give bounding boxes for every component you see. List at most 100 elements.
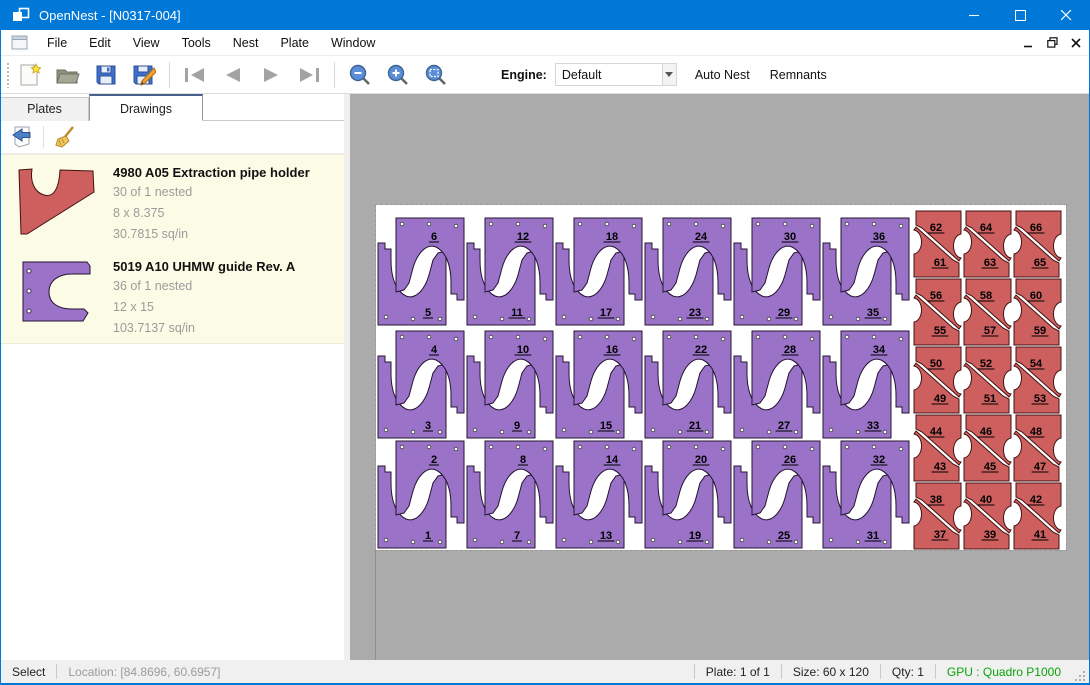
zoom-fit-button[interactable] bbox=[420, 60, 452, 90]
minimize-button[interactable] bbox=[951, 0, 997, 30]
next-arrow-icon bbox=[260, 66, 282, 84]
part-number: 42 bbox=[1030, 494, 1042, 506]
drill-hole bbox=[427, 445, 431, 449]
new-button[interactable] bbox=[14, 60, 46, 90]
drill-hole bbox=[473, 428, 477, 432]
toolbar-separator bbox=[334, 62, 335, 88]
purple-pair: 2625 bbox=[734, 441, 820, 548]
menu-bar: File Edit View Tools Nest Plate Window bbox=[1, 30, 1089, 56]
part-number: 55 bbox=[934, 325, 946, 337]
list-item[interactable]: 4980 A05 Extraction pipe holder 30 of 1 … bbox=[1, 155, 344, 249]
mdi-minimize-button[interactable] bbox=[1017, 33, 1039, 53]
maximize-button[interactable] bbox=[997, 0, 1043, 30]
red-pair: 6059 bbox=[1014, 279, 1061, 345]
drill-hole bbox=[810, 224, 814, 228]
drill-hole bbox=[721, 224, 725, 228]
drill-hole bbox=[489, 335, 493, 339]
part-number: 43 bbox=[934, 461, 946, 473]
drill-hole bbox=[516, 445, 520, 449]
drill-hole bbox=[845, 335, 849, 339]
part-number: 66 bbox=[1030, 222, 1042, 234]
menu-edit[interactable]: Edit bbox=[78, 30, 122, 56]
clear-drawings-button[interactable] bbox=[51, 124, 79, 151]
drill-hole bbox=[767, 540, 771, 544]
menu-window[interactable]: Window bbox=[320, 30, 386, 56]
part-number: 7 bbox=[514, 530, 520, 542]
part-number: 14 bbox=[606, 454, 619, 466]
purple-pair: 1817 bbox=[556, 218, 642, 325]
toolbar-grip[interactable] bbox=[6, 62, 11, 88]
part-number: 50 bbox=[930, 358, 942, 370]
import-document-icon bbox=[11, 126, 33, 148]
part-number: 26 bbox=[784, 454, 796, 466]
drill-hole bbox=[810, 447, 814, 451]
previous-plate-button[interactable] bbox=[217, 60, 249, 90]
toolbar-separator bbox=[169, 62, 170, 88]
purple-pair: 2221 bbox=[645, 331, 731, 438]
drill-hole bbox=[454, 447, 458, 451]
remnants-button[interactable]: Remnants bbox=[760, 61, 837, 89]
drill-hole bbox=[740, 538, 744, 542]
main-toolbar: Engine: Default Auto Nest Remnants bbox=[1, 56, 1089, 94]
drill-hole bbox=[589, 317, 593, 321]
drawings-toolbar bbox=[1, 121, 344, 154]
part-title: 5019 A10 UHMW guide Rev. A bbox=[113, 259, 344, 274]
drill-hole bbox=[740, 315, 744, 319]
open-button[interactable] bbox=[52, 60, 84, 90]
purple-pair: 1615 bbox=[556, 331, 642, 438]
mdi-restore-button[interactable] bbox=[1041, 33, 1063, 53]
maximize-icon bbox=[1015, 10, 1026, 21]
tab-plates[interactable]: Plates bbox=[1, 97, 89, 121]
part-number: 28 bbox=[784, 344, 796, 356]
mdi-close-button[interactable] bbox=[1065, 33, 1087, 53]
close-button[interactable] bbox=[1043, 0, 1089, 30]
drill-hole bbox=[543, 337, 547, 341]
drill-hole bbox=[899, 224, 903, 228]
nest-canvas[interactable]: 6543211211109871817161514132423222120193… bbox=[350, 94, 1089, 660]
drill-hole bbox=[721, 337, 725, 341]
menu-nest[interactable]: Nest bbox=[222, 30, 270, 56]
red-pair: 4645 bbox=[964, 415, 1011, 481]
drill-hole bbox=[651, 428, 655, 432]
zoom-in-button[interactable] bbox=[382, 60, 414, 90]
menu-tools[interactable]: Tools bbox=[171, 30, 222, 56]
engine-combobox[interactable]: Default bbox=[555, 63, 677, 86]
red-pair: 3837 bbox=[914, 483, 961, 549]
tab-drawings[interactable]: Drawings bbox=[89, 94, 203, 121]
menu-file[interactable]: File bbox=[36, 30, 78, 56]
purple-part-thumbnail-icon bbox=[22, 261, 92, 324]
combo-arrow-box[interactable] bbox=[662, 64, 676, 85]
drill-hole bbox=[783, 335, 787, 339]
drill-hole bbox=[767, 317, 771, 321]
red-pair: 5857 bbox=[964, 279, 1011, 345]
part-number: 27 bbox=[778, 420, 790, 432]
first-plate-button[interactable] bbox=[179, 60, 211, 90]
plate-sheet[interactable]: 6543211211109871817161514132423222120193… bbox=[376, 205, 1066, 550]
drill-hole bbox=[705, 540, 709, 544]
part-area: 103.7137 sq/in bbox=[113, 320, 344, 337]
save-button[interactable] bbox=[90, 60, 122, 90]
part-number: 37 bbox=[934, 529, 946, 541]
status-mode: Select bbox=[1, 665, 56, 679]
menu-plate[interactable]: Plate bbox=[269, 30, 320, 56]
drill-hole bbox=[562, 315, 566, 319]
app-logo-icon bbox=[12, 7, 30, 23]
auto-nest-button[interactable]: Auto Nest bbox=[685, 61, 760, 89]
drill-hole bbox=[516, 335, 520, 339]
part-number: 17 bbox=[600, 307, 612, 319]
drill-hole bbox=[489, 445, 493, 449]
import-drawing-button[interactable] bbox=[8, 124, 36, 151]
next-plate-button[interactable] bbox=[255, 60, 287, 90]
drill-hole bbox=[667, 335, 671, 339]
resize-grip[interactable] bbox=[1074, 670, 1086, 682]
drill-hole bbox=[756, 335, 760, 339]
red-pair: 4443 bbox=[914, 415, 961, 481]
drill-hole bbox=[500, 540, 504, 544]
menu-view[interactable]: View bbox=[122, 30, 171, 56]
save-as-button[interactable] bbox=[128, 60, 160, 90]
chevron-down-icon bbox=[665, 72, 673, 77]
previous-arrow-icon bbox=[222, 66, 244, 84]
zoom-out-button[interactable] bbox=[344, 60, 376, 90]
list-item[interactable]: 5019 A10 UHMW guide Rev. A 36 of 1 neste… bbox=[1, 249, 344, 343]
last-plate-button[interactable] bbox=[293, 60, 325, 90]
